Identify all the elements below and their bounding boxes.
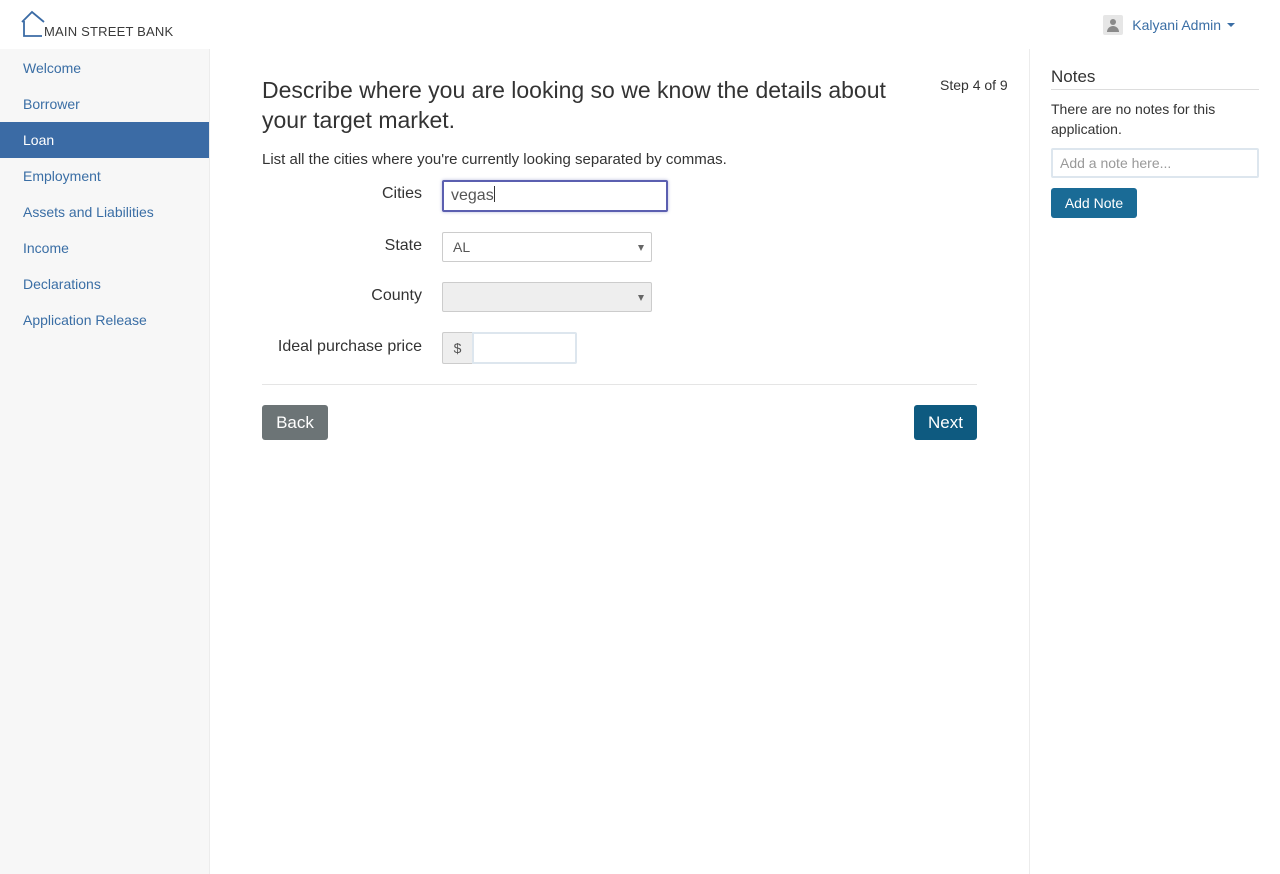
state-label: State — [384, 237, 422, 254]
notes-empty-text: There are no notes for this application. — [1051, 101, 1216, 137]
sidebar-item-loan[interactable]: Loan — [0, 122, 209, 158]
step-indicator: Step 4 of 9 — [940, 77, 1008, 93]
state-row: State AL — [262, 232, 982, 264]
back-button[interactable]: Back — [262, 405, 328, 440]
sidebar-item-welcome[interactable]: Welcome — [0, 50, 209, 86]
state-value: AL — [453, 239, 471, 255]
note-input[interactable] — [1051, 148, 1259, 178]
dropdown-arrow-icon — [638, 295, 644, 301]
price-label: Ideal purchase price — [277, 338, 422, 355]
sidebar-item-assets-liabilities[interactable]: Assets and Liabilities — [0, 194, 209, 230]
instructions-text: List all the cities where you're current… — [262, 151, 727, 168]
user-name: Kalyani Admin — [1132, 17, 1221, 33]
app-header: MAIN STREET BANK Kalyani Admin — [0, 0, 1280, 49]
cities-input[interactable]: vegas — [442, 180, 668, 212]
sidebar-item-employment[interactable]: Employment — [0, 158, 209, 194]
price-row: Ideal purchase price $ — [262, 332, 982, 364]
price-input[interactable] — [472, 332, 577, 364]
notes-panel: Notes There are no notes for this applic… — [1029, 49, 1280, 874]
sidebar-item-application-release[interactable]: Application Release — [0, 302, 209, 338]
cities-label: Cities — [381, 185, 422, 202]
add-note-button[interactable]: Add Note — [1051, 188, 1137, 218]
user-menu[interactable]: Kalyani Admin — [1103, 14, 1235, 36]
user-avatar-icon — [1103, 15, 1124, 35]
cities-row: Cities vegas — [262, 180, 982, 212]
cities-value: vegas — [451, 187, 494, 204]
page-title: Describe where you are looking so we kno… — [262, 77, 886, 133]
sidebar-item-declarations[interactable]: Declarations — [0, 266, 209, 302]
brand-name: MAIN STREET BANK — [44, 24, 174, 39]
chevron-down-icon — [1227, 23, 1235, 27]
county-select[interactable] — [442, 282, 652, 312]
notes-title: Notes — [1051, 67, 1259, 90]
next-button[interactable]: Next — [914, 405, 977, 440]
form-divider — [262, 384, 977, 385]
county-row: County — [262, 282, 982, 314]
currency-prefix: $ — [442, 332, 472, 364]
county-label: County — [371, 287, 422, 304]
state-select[interactable]: AL — [442, 232, 652, 262]
sidebar-item-borrower[interactable]: Borrower — [0, 86, 209, 122]
bank-logo[interactable]: MAIN STREET BANK — [20, 10, 200, 42]
dropdown-arrow-icon — [638, 245, 644, 251]
sidebar-item-income[interactable]: Income — [0, 230, 209, 266]
price-input-group: $ — [442, 332, 577, 364]
text-cursor — [493, 186, 495, 202]
house-icon — [21, 10, 45, 37]
sidebar-nav: Welcome Borrower Loan Employment Assets … — [0, 49, 210, 874]
